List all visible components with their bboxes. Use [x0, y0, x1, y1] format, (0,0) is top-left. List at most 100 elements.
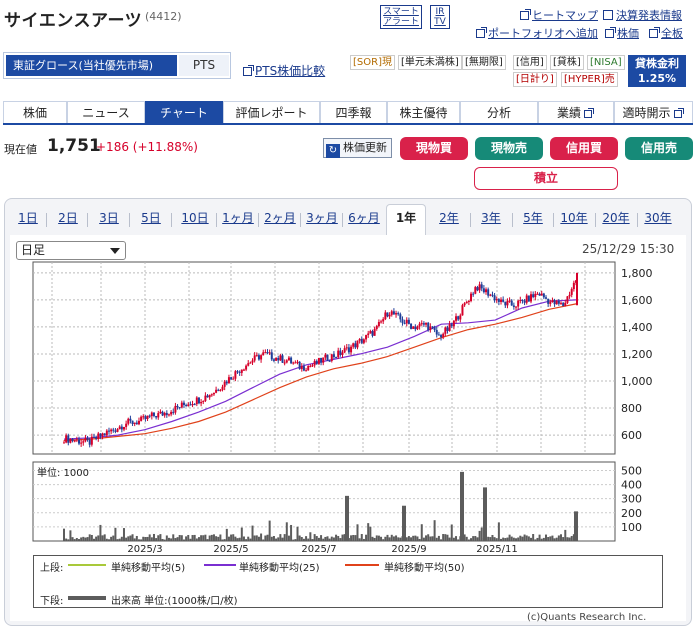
volume-bar — [317, 537, 320, 541]
candle-body — [523, 300, 526, 303]
candle-body — [275, 358, 278, 361]
volume-bar — [302, 538, 305, 541]
candle-body — [167, 414, 170, 416]
volume-bar — [127, 536, 130, 541]
volume-bar — [208, 535, 211, 541]
candle-body — [234, 371, 237, 379]
candle-body — [427, 322, 430, 331]
volume-bar — [519, 535, 522, 541]
volume-bar — [320, 535, 323, 541]
candle-body — [420, 323, 423, 325]
candle-body — [110, 429, 113, 432]
candle-body — [268, 352, 271, 354]
volume-bar — [266, 534, 269, 541]
volume-bar — [182, 539, 185, 541]
candle-body — [384, 312, 387, 320]
volume-bar — [223, 539, 226, 541]
volume-bar — [527, 536, 530, 541]
candle-body — [307, 365, 310, 371]
candle-body — [133, 422, 136, 424]
volume-spike — [402, 505, 406, 541]
candle-body — [504, 301, 507, 306]
candle-body — [161, 411, 164, 416]
volume-bar — [251, 525, 254, 541]
candle-body — [506, 300, 509, 306]
volume-bar — [103, 534, 106, 541]
candle-body — [521, 299, 524, 301]
candle-body — [77, 439, 80, 444]
volume-bar — [296, 526, 299, 541]
candle-body — [63, 442, 65, 444]
volume-bar — [444, 534, 447, 541]
candle-body — [564, 302, 567, 307]
candle-body — [536, 293, 539, 295]
volume-bar — [176, 537, 179, 541]
volume-bar — [405, 537, 408, 541]
candle-body — [212, 392, 215, 395]
candle-body — [416, 326, 419, 330]
volume-bar — [420, 524, 423, 541]
candle-body — [120, 426, 123, 430]
volume-bar — [382, 539, 385, 541]
volume-bar — [395, 535, 398, 541]
candle-body — [313, 360, 316, 366]
candle-body — [292, 362, 295, 364]
candle-body — [165, 412, 168, 416]
volume-bar — [386, 534, 389, 541]
volume-bar — [133, 538, 136, 541]
volume-bar — [148, 534, 151, 541]
volume-bar — [307, 538, 310, 541]
candle-body — [217, 389, 220, 391]
volume-bar — [97, 535, 100, 541]
candle-body — [114, 430, 117, 432]
candle-body — [283, 362, 286, 364]
volume-bar — [332, 537, 335, 541]
candle-body — [97, 433, 100, 439]
candle-body — [324, 354, 327, 358]
volume-bar — [362, 538, 365, 541]
volume-unit: 単位: 1000 — [37, 468, 89, 479]
candle-body — [191, 404, 194, 406]
volume-bar — [497, 522, 500, 541]
candle-body — [300, 366, 303, 369]
candle-body — [500, 299, 503, 302]
volume-bar — [283, 534, 286, 541]
volume-bar — [330, 536, 333, 541]
volume-bar — [560, 534, 563, 541]
volume-bar — [225, 528, 228, 541]
volume-bar — [339, 538, 342, 541]
candle-body — [155, 415, 158, 418]
volume-bar — [418, 538, 421, 541]
candle-body — [448, 324, 451, 331]
candle-body — [260, 355, 263, 360]
volume-bar — [262, 539, 265, 541]
volume-bar — [388, 537, 391, 541]
candle-body — [127, 418, 130, 424]
volume-bar — [197, 537, 200, 541]
candle-body — [221, 386, 224, 390]
volume-bar — [240, 527, 243, 541]
volume-bar — [135, 535, 138, 541]
volume-bar — [521, 536, 524, 541]
candle-body — [170, 411, 173, 415]
candle-body — [71, 439, 74, 441]
candle-body — [356, 340, 359, 348]
volume-bar — [242, 536, 245, 541]
volume-bar — [360, 533, 363, 541]
candle-body — [73, 440, 76, 442]
volume-bar — [431, 536, 434, 541]
candle-body — [232, 378, 235, 380]
candle-body — [255, 355, 258, 357]
candle-body — [549, 302, 552, 304]
candle-body — [562, 302, 565, 307]
candle-body — [326, 354, 329, 361]
candle-body — [172, 411, 175, 413]
price-chart: 600 800 1,000 1,200 1,400 1,600 1,800 10020030… — [32, 261, 653, 555]
candle-body — [491, 294, 494, 296]
volume-bar — [328, 538, 331, 541]
volume-bar — [373, 537, 376, 541]
candle-body — [135, 422, 138, 425]
candle-body — [437, 334, 440, 336]
volume-bar — [202, 535, 205, 541]
candle-body — [82, 441, 85, 443]
